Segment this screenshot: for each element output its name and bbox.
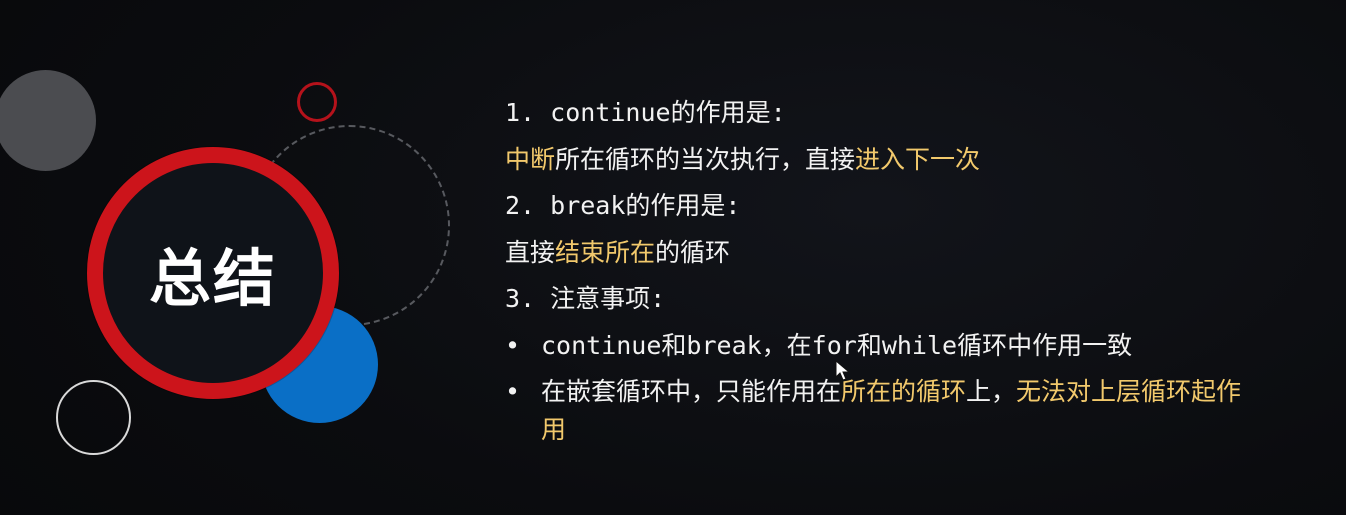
point-2-heading: 2. break的作用是: — [505, 191, 741, 220]
bullet-item-2: • 在嵌套循环中，只能作用在所在的循环上，无法对上层循环起作用 — [505, 373, 1305, 448]
bullet-1-text: continue和break，在for和while循环中作用一致 — [541, 330, 1133, 360]
point-1-desc-part-1: 中断 — [505, 144, 556, 174]
point-2-description: 直接结束所在的循环 — [505, 234, 1305, 272]
point-1-description: 中断所在循环的当次执行，直接进入下一次 — [505, 141, 1305, 179]
bullet-2-part-1: 在嵌套循环中，只能作用在 — [541, 377, 842, 406]
point-2-desc-part-3: 的循环 — [655, 237, 731, 267]
bullet-dot-icon: • — [505, 377, 521, 406]
point-2-desc-part-2: 结束所在 — [555, 237, 656, 267]
point-3-heading: 3. 注意事项: — [505, 284, 666, 313]
slide-title: 总结 — [148, 242, 277, 315]
point-1-heading: 1. continue的作用是: — [505, 98, 786, 127]
slide: 总结 1. continue的作用是: 中断所在循环的当次执行，直接进入下一次 … — [0, 0, 1346, 515]
bullet-2-text: 在嵌套循环中，只能作用在所在的循环上，无法对上层循环起作用 — [541, 373, 1261, 448]
gray-circle-decoration — [0, 70, 96, 171]
bullet-2-part-2: 所在的循环 — [841, 377, 967, 406]
point-1-desc-part-2: 所在循环的当次执行，直接 — [555, 144, 856, 174]
summary-content: 1. continue的作用是: 中断所在循环的当次执行，直接进入下一次 2. … — [505, 94, 1305, 457]
point-1-desc-part-3: 进入下一次 — [855, 144, 981, 174]
bullet-item-1: • continue和break，在for和while循环中作用一致 — [505, 327, 1305, 365]
mouse-pointer-icon — [835, 360, 851, 381]
bullet-2-part-3: 上， — [966, 377, 1017, 406]
bullet-dot-icon: • — [505, 330, 521, 360]
point-2-desc-part-1: 直接 — [505, 237, 556, 267]
small-red-ring-decoration — [297, 82, 337, 122]
